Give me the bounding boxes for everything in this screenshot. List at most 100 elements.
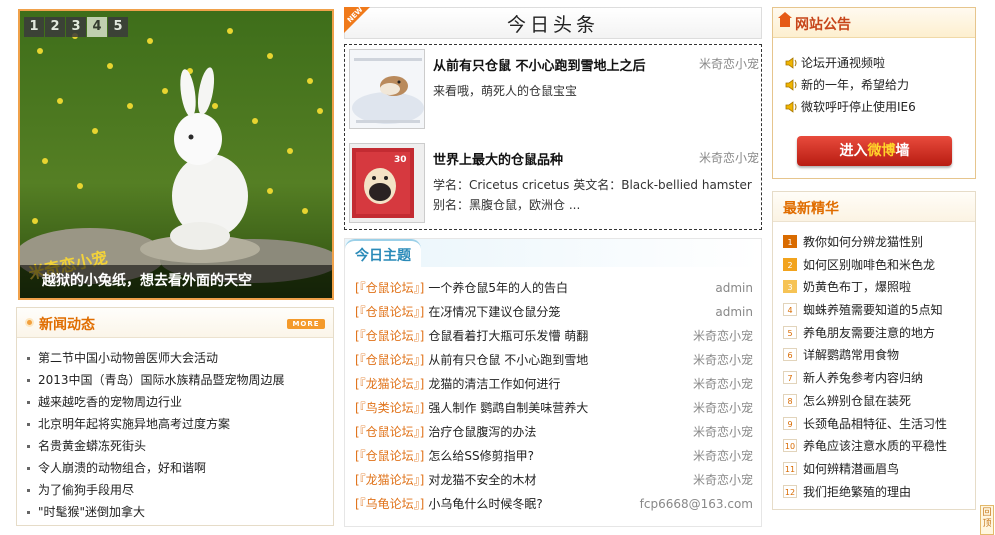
ranking-header: 最新精华 (773, 192, 975, 222)
topic-author[interactable]: 米奇恋小宠 (693, 396, 753, 420)
topic-author[interactable]: admin (715, 300, 753, 324)
ranking-text[interactable]: 详解鹦鹉常用食物 (803, 348, 899, 362)
topic-author[interactable]: 米奇恋小宠 (693, 348, 753, 372)
rank-number: 11 (783, 461, 797, 475)
feature-author[interactable]: 米奇恋小宠 (699, 55, 759, 72)
topic-category[interactable]: [『仓鼠论坛』] (355, 329, 424, 343)
notice-text[interactable]: 新的一年，希望给力 (801, 78, 909, 92)
ranking-text[interactable]: 如何区别咖啡色和米色龙 (803, 258, 935, 272)
slide-tab-3[interactable]: 3 (66, 17, 86, 37)
news-item[interactable]: 越来越吃香的宠物周边行业 (27, 391, 285, 413)
topic-row: [『仓鼠论坛』] 一个养仓鼠5年的人的告白 admin (355, 276, 753, 300)
ranking-item[interactable]: 7 新人养兔参考内容归纳 (783, 367, 947, 390)
ranking-text[interactable]: 我们拒绝繁殖的理由 (803, 485, 911, 499)
rabbit-photo[interactable]: 米奇恋小宠 (20, 11, 332, 298)
notice-item[interactable]: 微软呼吁停止使用IE6 (785, 96, 916, 118)
topic-category[interactable]: [『仓鼠论坛』] (355, 281, 424, 295)
slide-tab-1[interactable]: 1 (24, 17, 44, 37)
slide-tab-2[interactable]: 2 (45, 17, 65, 37)
ranking-text[interactable]: 新人养兔参考内容归纳 (803, 371, 923, 385)
topic-category[interactable]: [『鸟类论坛』] (355, 401, 424, 415)
ranking-item[interactable]: 8 怎么辨别仓鼠在装死 (783, 390, 947, 413)
topic-row: [『仓鼠论坛』] 在冴情况下建议仓鼠分笼 admin (355, 300, 753, 324)
ranking-item[interactable]: 5 养龟朋友需要注意的地方 (783, 322, 947, 345)
feature-title[interactable]: 从前有只仓鼠 不小心跑到雪地上之后 (433, 55, 646, 74)
topic-category[interactable]: [『仓鼠论坛』] (355, 449, 424, 463)
back-to-top-button[interactable]: 回顶 (980, 505, 994, 535)
slide-tab-4[interactable]: 4 (87, 17, 107, 37)
topic-title[interactable]: 小乌龟什么时候冬眠? (428, 497, 542, 511)
topic-title[interactable]: 治疗仓鼠腹泻的办法 (428, 425, 536, 439)
topic-title[interactable]: 一个养仓鼠5年的人的告白 (428, 281, 568, 295)
hamster-stamp-thumbnail[interactable]: 30 (349, 143, 425, 223)
news-item[interactable]: 为了偷狗手段用尽 (27, 479, 285, 501)
rank-number: 4 (783, 303, 797, 317)
notice-text[interactable]: 微软呼吁停止使用IE6 (801, 100, 916, 114)
topic-author[interactable]: 米奇恋小宠 (693, 372, 753, 396)
ranking-item[interactable]: 6 详解鹦鹉常用食物 (783, 344, 947, 367)
notice-panel: 网站公告 论坛开通视频啦 新的一年，希望给力 微软呼吁停止使用IE6 进入微博墙 (772, 7, 976, 179)
topic-category[interactable]: [『龙猫论坛』] (355, 473, 424, 487)
feature-desc: 来看哦，萌死人的仓鼠宝宝 (433, 84, 578, 98)
ranking-text[interactable]: 如何辨精潜画眉鸟 (803, 462, 899, 476)
ranking-item[interactable]: 4 蜘蛛养殖需要知道的5点知 (783, 299, 947, 322)
ranking-item[interactable]: 10 养龟应该注意水质的平稳性 (783, 435, 947, 458)
headline-title: 今日头条 (506, 14, 599, 36)
ranking-text[interactable]: 长颈龟品相特征、生活习性 (803, 417, 947, 431)
topic-author[interactable]: fcp6668@163.com (640, 492, 753, 516)
topic-author[interactable]: admin (715, 276, 753, 300)
topic-title[interactable]: 在冴情况下建议仓鼠分笼 (428, 305, 560, 319)
news-item[interactable]: 2013中国（青岛）国际水族精品暨宠物周边展 (27, 369, 285, 391)
more-button[interactable]: MORE (287, 319, 325, 329)
ranking-item[interactable]: 1 教你如何分辨龙猫性别 (783, 231, 947, 254)
ranking-item[interactable]: 12 我们拒绝繁殖的理由 (783, 481, 947, 504)
ranking-text[interactable]: 养龟应该注意水质的平稳性 (803, 439, 947, 453)
ranking-item[interactable]: 3 奶黄色布丁，爆照啦 (783, 276, 947, 299)
news-item[interactable]: "时髦猴"迷倒加拿大 (27, 501, 285, 523)
topic-author[interactable]: 米奇恋小宠 (693, 468, 753, 492)
news-item[interactable]: 令人崩溃的动物组合，好和谐啊 (27, 457, 285, 479)
notice-item[interactable]: 新的一年，希望给力 (785, 74, 916, 96)
topic-author[interactable]: 米奇恋小宠 (693, 420, 753, 444)
topic-category[interactable]: [『仓鼠论坛』] (355, 305, 424, 319)
ranking-item[interactable]: 9 长颈龟品相特征、生活习性 (783, 413, 947, 436)
ranking-text[interactable]: 奶黄色布丁，爆照啦 (803, 280, 911, 294)
topic-title[interactable]: 对龙猫不安全的木材 (428, 473, 536, 487)
ranking-text[interactable]: 蜘蛛养殖需要知道的5点知 (803, 303, 943, 317)
topic-title[interactable]: 龙猫的清洁工作如何进行 (428, 377, 560, 391)
featured-slideshow[interactable]: 米奇恋小宠 1 2 3 4 5 越狱的小兔纸，想去看外面的天空 (18, 9, 334, 300)
notice-item[interactable]: 论坛开通视频啦 (785, 52, 916, 74)
topic-author[interactable]: 米奇恋小宠 (693, 324, 753, 348)
ranking-text[interactable]: 怎么辨别仓鼠在装死 (803, 394, 911, 408)
slide-tab-5[interactable]: 5 (108, 17, 128, 37)
news-item[interactable]: 第二节中国小动物兽医师大会活动 (27, 347, 285, 369)
ranking-item[interactable]: 11 如何辨精潜画眉鸟 (783, 458, 947, 481)
ranking-text[interactable]: 养龟朋友需要注意的地方 (803, 326, 935, 340)
topic-title[interactable]: 怎么给SS修剪指甲? (428, 449, 534, 463)
topic-row: [『龙猫论坛』] 龙猫的清洁工作如何进行 米奇恋小宠 (355, 372, 753, 396)
feature-item-1[interactable]: 从前有只仓鼠 不小心跑到雪地上之后 米奇恋小宠 来看哦，萌死人的仓鼠宝宝 (349, 49, 759, 129)
topic-title[interactable]: 强人制作 鹦鹉自制美味营养大 (428, 401, 588, 415)
enter-weibo-wall-button[interactable]: 进入微博墙 (797, 136, 952, 166)
topic-title[interactable]: 仓鼠看着打大瓶可乐发懵 萌翻 (428, 329, 588, 343)
topic-title[interactable]: 从前有只仓鼠 不小心跑到雪地 (428, 353, 588, 367)
headline-header: NEW 今日头条 (344, 6, 762, 39)
topic-category[interactable]: [『仓鼠论坛』] (355, 425, 424, 439)
news-item[interactable]: 名贵黄金蟒冻死街头 (27, 435, 285, 457)
notice-text[interactable]: 论坛开通视频啦 (801, 56, 885, 70)
news-title: 新闻动态 (39, 317, 95, 333)
topic-author[interactable]: 米奇恋小宠 (693, 444, 753, 468)
ranking-text[interactable]: 教你如何分辨龙猫性别 (803, 235, 923, 249)
feature-author[interactable]: 米奇恋小宠 (699, 149, 759, 166)
hamster-snow-thumbnail[interactable] (349, 49, 425, 129)
topic-category[interactable]: [『仓鼠论坛』] (355, 353, 424, 367)
feature-title[interactable]: 世界上最大的仓鼠品种 (433, 149, 563, 168)
ranking-item[interactable]: 2 如何区别咖啡色和米色龙 (783, 254, 947, 277)
topic-category[interactable]: [『乌龟论坛』] (355, 497, 424, 511)
feature-item-2[interactable]: 30 世界上最大的仓鼠品种 米奇恋小宠 学名：Cricetus cricetus… (349, 143, 759, 223)
news-item[interactable]: 北京明年起将实施异地高考过度方案 (27, 413, 285, 435)
topic-category[interactable]: [『龙猫论坛』] (355, 377, 424, 391)
rank-number: 5 (783, 325, 797, 339)
slide-caption[interactable]: 越狱的小兔纸，想去看外面的天空 (20, 265, 332, 298)
ranking-panel: 最新精华 1 教你如何分辨龙猫性别 2 如何区别咖啡色和米色龙 3 奶黄色布丁，爆照啦… (772, 191, 976, 510)
